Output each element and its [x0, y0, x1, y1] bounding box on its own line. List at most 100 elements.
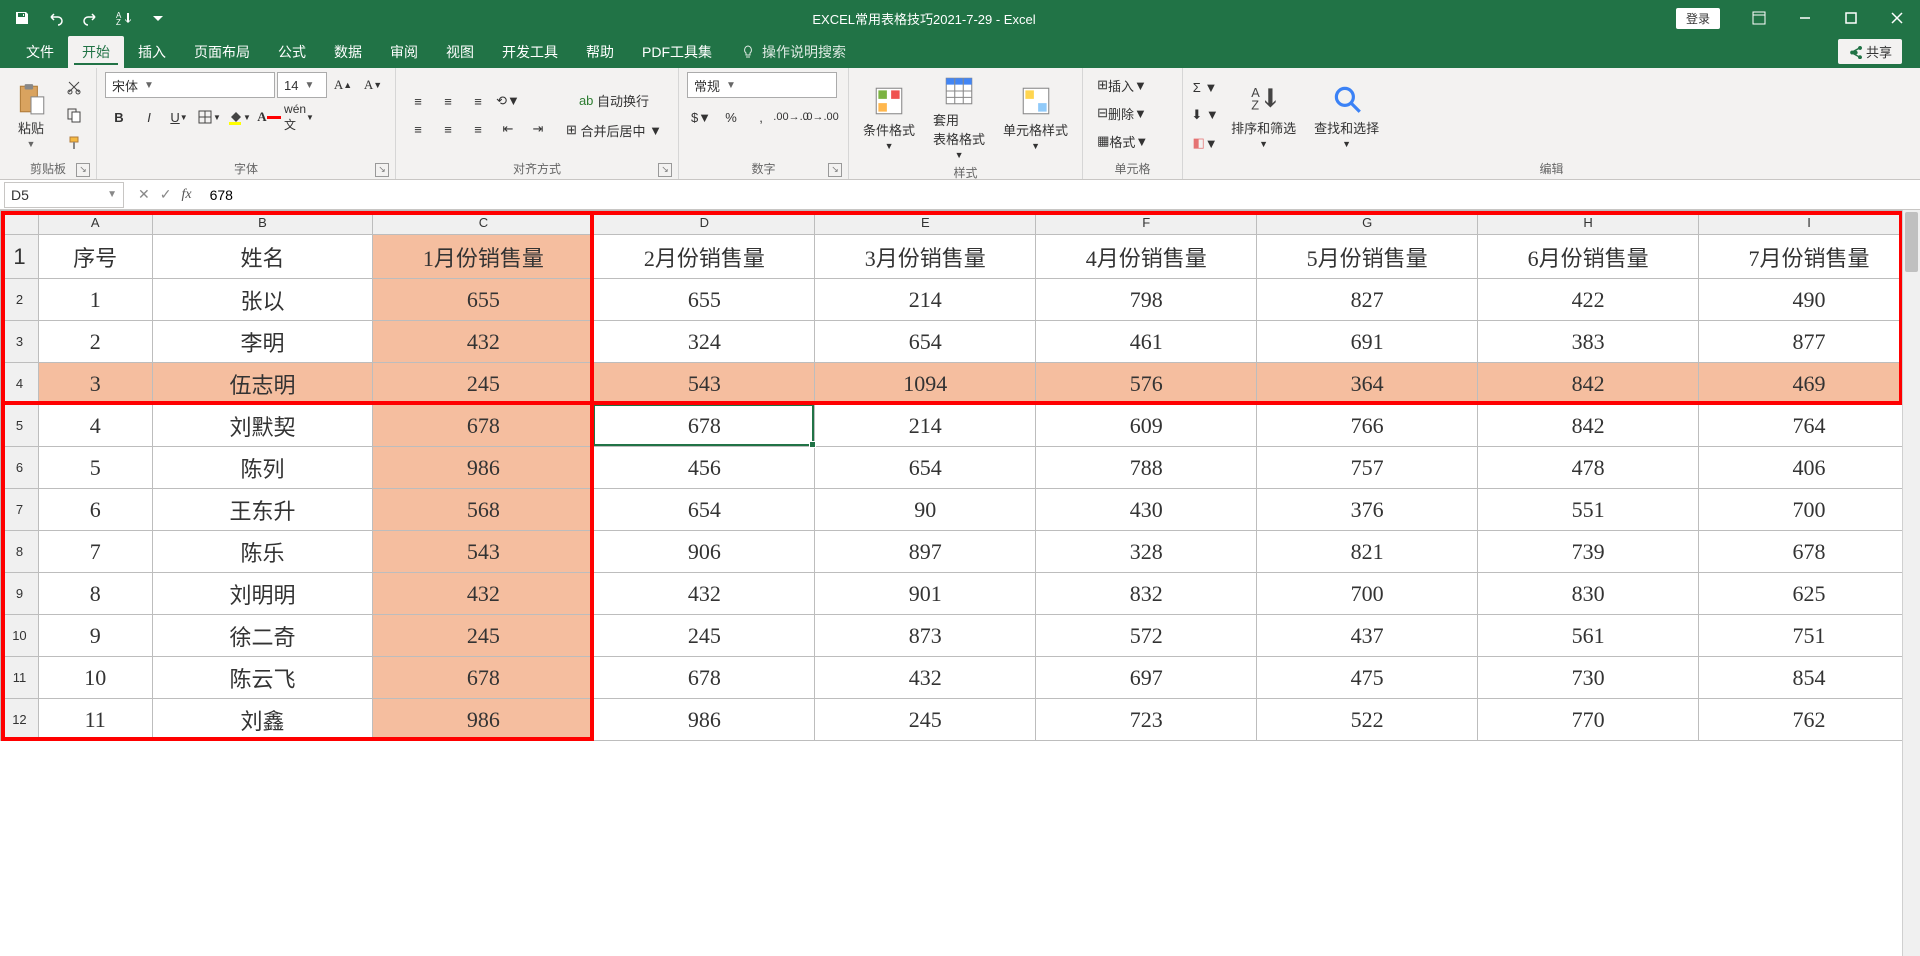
clear-button[interactable]: ◧ ▼ — [1191, 130, 1219, 156]
row-header[interactable]: 1 — [1, 235, 39, 279]
fill-color-button[interactable]: ▼ — [225, 104, 253, 130]
cell[interactable]: 432 — [594, 573, 815, 615]
cell[interactable]: 245 — [815, 699, 1036, 741]
cell[interactable]: 364 — [1257, 363, 1478, 405]
cell[interactable]: 3月份销售量 — [815, 235, 1036, 279]
copy-button[interactable] — [60, 102, 88, 128]
align-center-icon[interactable]: ≡ — [434, 116, 462, 142]
row-header[interactable]: 6 — [1, 447, 39, 489]
cell[interactable]: 90 — [815, 489, 1036, 531]
scrollbar-thumb[interactable] — [1905, 212, 1918, 272]
decrease-decimal-icon[interactable]: .0→.00 — [807, 104, 835, 130]
sort-icon[interactable]: AZ — [110, 4, 138, 32]
cell[interactable]: 214 — [815, 279, 1036, 321]
tab-home[interactable]: 开始 — [68, 36, 124, 68]
fill-button[interactable]: ⬇ ▼ — [1191, 102, 1219, 128]
cell[interactable]: 678 — [594, 405, 815, 447]
tab-pdf[interactable]: PDF工具集 — [628, 36, 726, 68]
cell[interactable]: 245 — [373, 363, 594, 405]
redo-icon[interactable] — [76, 4, 104, 32]
cell[interactable]: 654 — [594, 489, 815, 531]
cell[interactable]: 751 — [1699, 615, 1920, 657]
cell[interactable]: 854 — [1699, 657, 1920, 699]
cell[interactable]: 4 — [38, 405, 152, 447]
cell[interactable]: 245 — [594, 615, 815, 657]
cell[interactable]: 906 — [594, 531, 815, 573]
format-cells-button[interactable]: ▦ 格式 ▼ — [1091, 128, 1154, 154]
select-all-corner[interactable] — [1, 211, 39, 235]
cell[interactable]: 655 — [594, 279, 815, 321]
font-color-button[interactable]: A — [255, 104, 283, 130]
cell[interactable]: 432 — [815, 657, 1036, 699]
cell[interactable]: 9 — [38, 615, 152, 657]
cell[interactable]: 5 — [38, 447, 152, 489]
cell[interactable]: 徐二奇 — [152, 615, 373, 657]
col-header-H[interactable]: H — [1478, 211, 1699, 235]
cell[interactable]: 324 — [594, 321, 815, 363]
cell[interactable]: 788 — [1036, 447, 1257, 489]
name-box[interactable]: D5▼ — [4, 182, 124, 208]
share-button[interactable]: 共享 — [1838, 39, 1902, 64]
tab-file[interactable]: 文件 — [12, 36, 68, 68]
tab-insert[interactable]: 插入 — [124, 36, 180, 68]
cell[interactable]: 432 — [373, 321, 594, 363]
format-as-table-button[interactable]: 套用 表格格式▼ — [927, 72, 991, 162]
increase-decimal-icon[interactable]: .00→.0 — [777, 104, 805, 130]
italic-button[interactable]: I — [135, 104, 163, 130]
cancel-formula-icon[interactable]: ✕ — [138, 186, 150, 203]
cell[interactable]: 543 — [594, 363, 815, 405]
tab-page-layout[interactable]: 页面布局 — [180, 36, 264, 68]
tell-me-search[interactable]: 操作说明搜索 — [726, 36, 860, 68]
cell[interactable]: 7 — [38, 531, 152, 573]
font-size-combo[interactable]: 14▼ — [277, 72, 327, 98]
tab-formulas[interactable]: 公式 — [264, 36, 320, 68]
cell[interactable]: 770 — [1478, 699, 1699, 741]
cell[interactable]: 陈云飞 — [152, 657, 373, 699]
vertical-scrollbar[interactable] — [1902, 210, 1920, 956]
cell[interactable]: 5月份销售量 — [1257, 235, 1478, 279]
cell[interactable]: 654 — [815, 321, 1036, 363]
enter-formula-icon[interactable]: ✓ — [160, 186, 172, 203]
cell[interactable]: 406 — [1699, 447, 1920, 489]
cell[interactable]: 757 — [1257, 447, 1478, 489]
row-header[interactable]: 12 — [1, 699, 39, 741]
cell[interactable]: 4月份销售量 — [1036, 235, 1257, 279]
cell[interactable]: 901 — [815, 573, 1036, 615]
row-header[interactable]: 3 — [1, 321, 39, 363]
cell[interactable]: 762 — [1699, 699, 1920, 741]
increase-font-icon[interactable]: A▲ — [329, 72, 357, 98]
cell[interactable]: 2月份销售量 — [594, 235, 815, 279]
cell[interactable]: 陈乐 — [152, 531, 373, 573]
row-header[interactable]: 11 — [1, 657, 39, 699]
row-header[interactable]: 8 — [1, 531, 39, 573]
decrease-indent-icon[interactable]: ⇤ — [494, 116, 522, 142]
cell[interactable]: 576 — [1036, 363, 1257, 405]
cell[interactable]: 678 — [1699, 531, 1920, 573]
cut-button[interactable] — [60, 74, 88, 100]
cell[interactable]: 张以 — [152, 279, 373, 321]
number-launcher-icon[interactable]: ↘ — [828, 163, 842, 177]
cell[interactable]: 8 — [38, 573, 152, 615]
cell[interactable]: 刘默契 — [152, 405, 373, 447]
find-select-button[interactable]: 查找和选择▼ — [1308, 80, 1385, 151]
cell[interactable]: 986 — [594, 699, 815, 741]
cell[interactable]: 873 — [815, 615, 1036, 657]
percent-format-icon[interactable]: % — [717, 104, 745, 130]
cell[interactable]: 543 — [373, 531, 594, 573]
cell[interactable]: 655 — [373, 279, 594, 321]
cell[interactable]: 李明 — [152, 321, 373, 363]
cell[interactable]: 7月份销售量 — [1699, 235, 1920, 279]
align-left-icon[interactable]: ≡ — [404, 116, 432, 142]
increase-indent-icon[interactable]: ⇥ — [524, 116, 552, 142]
col-header-A[interactable]: A — [38, 211, 152, 235]
cell[interactable]: 986 — [373, 447, 594, 489]
cell[interactable]: 827 — [1257, 279, 1478, 321]
align-middle-icon[interactable]: ≡ — [434, 88, 462, 114]
cell[interactable]: 245 — [373, 615, 594, 657]
row-header[interactable]: 7 — [1, 489, 39, 531]
cell[interactable]: 王东升 — [152, 489, 373, 531]
cell[interactable]: 700 — [1699, 489, 1920, 531]
cell[interactable]: 376 — [1257, 489, 1478, 531]
tab-view[interactable]: 视图 — [432, 36, 488, 68]
font-launcher-icon[interactable]: ↘ — [375, 163, 389, 177]
